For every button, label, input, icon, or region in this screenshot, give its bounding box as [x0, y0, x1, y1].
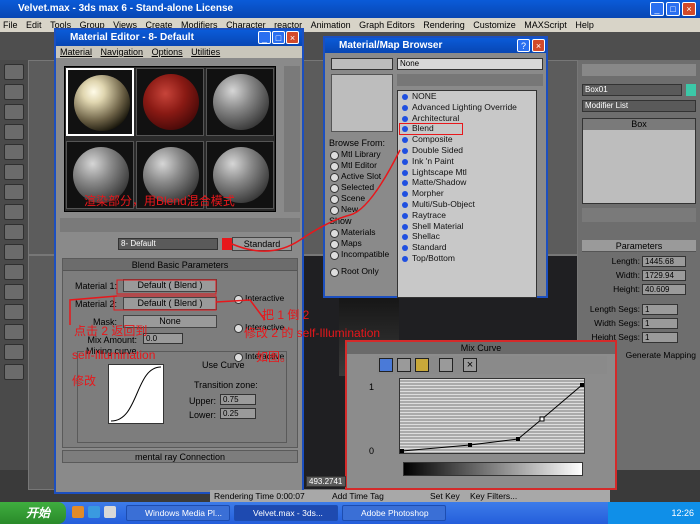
annotation-1: 渲染部分，用Blend混合模式 [84, 194, 235, 208]
system-tray: 12:26 [608, 502, 700, 524]
task-photoshop[interactable]: Adobe Photoshop [342, 505, 446, 521]
annotation-6: 修改 2 的 self-Illumination [244, 326, 381, 340]
key-filters-button[interactable]: Key Filters... [470, 490, 517, 502]
annotation-4: 修改 [72, 374, 97, 388]
status-bar: Rendering Time 0:00:07 Add Time Tag Set … [210, 490, 610, 502]
coordinate-field[interactable]: 493.2741 [306, 476, 346, 487]
annotation-7: 如图。 [256, 350, 293, 364]
task-windows-media[interactable]: Windows Media Pl... [126, 505, 230, 521]
set-key-button[interactable]: Set Key [430, 490, 460, 502]
annotation-2: 点击 2 返回到 [74, 324, 148, 338]
rendering-time: Rendering Time 0:00:07 [214, 491, 305, 501]
start-button[interactable]: 开始 [0, 502, 66, 524]
add-time-tag[interactable]: Add Time Tag [332, 490, 384, 502]
annotation-lines [69, 149, 401, 325]
clock: 12:26 [671, 508, 694, 518]
annotation-5: 把 1 倒 2 [262, 308, 310, 322]
quick-launch-icon[interactable] [88, 506, 100, 518]
task-3dsmax[interactable]: Velvet.max - 3ds... [234, 505, 338, 521]
quick-launch-icon[interactable] [72, 506, 84, 518]
quick-launch-icon[interactable] [104, 506, 116, 518]
annotation-3: self-Illumination [72, 348, 156, 362]
quick-launch [72, 506, 118, 520]
